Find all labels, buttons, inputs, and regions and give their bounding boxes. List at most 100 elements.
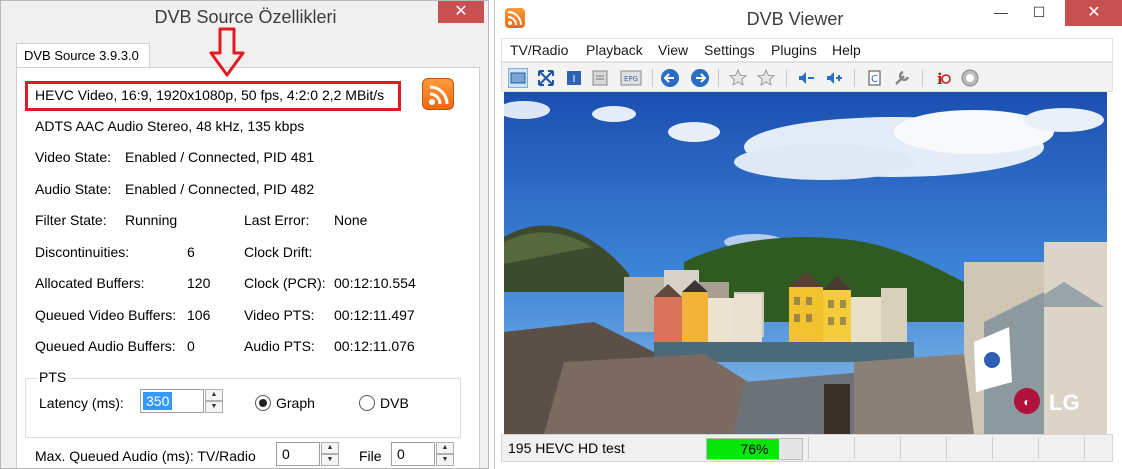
video-pts-value: 00:12:11.497 — [334, 307, 415, 323]
tv-radio-up-icon[interactable]: ▲ — [321, 442, 339, 454]
audio-pts-value: 00:12:11.076 — [334, 338, 415, 354]
dialog-close-button[interactable]: ✕ — [438, 1, 484, 23]
dialog-title: DVB Source Özellikleri — [154, 7, 337, 27]
audio-info-text: ADTS AAC Audio Stereo, 48 kHz, 135 kbps — [35, 118, 305, 134]
audio-state-value: Enabled / Connected, PID 482 — [125, 181, 315, 197]
tv-radio-value: 0 — [282, 446, 290, 462]
menu-settings[interactable]: Settings — [704, 42, 755, 58]
queued-audio-buffers-value: 0 — [187, 338, 195, 354]
next-channel-icon[interactable] — [690, 68, 710, 88]
file-label: File — [359, 448, 382, 464]
toolbar-separator — [786, 69, 787, 87]
filter-state-value: Running — [125, 212, 178, 228]
file-down-icon[interactable]: ▼ — [436, 454, 454, 466]
viewer-titlebar: DVB Viewer — ☐ ✕ — [495, 0, 1122, 36]
file-input[interactable]: 0 — [391, 442, 435, 466]
status-cell — [808, 437, 809, 459]
clock-pcr-value: 00:12:10.554 — [334, 275, 416, 291]
channel-logo-text: LG — [1049, 390, 1080, 415]
menu-help[interactable]: Help — [832, 42, 861, 58]
svg-text:◐: ◐ — [1023, 395, 1030, 409]
annotation-arrow-icon — [209, 27, 245, 77]
toolbar-separator — [718, 69, 719, 87]
video-frame[interactable]: ◐ LG — [504, 92, 1107, 434]
channel-name: 195 HEVC HD test — [508, 440, 625, 456]
file-value: 0 — [397, 446, 405, 462]
dvb-viewer-window: DVB Viewer — ☐ ✕ TV/Radio Playback View … — [494, 0, 1122, 469]
video-state-value: Enabled / Connected, PID 481 — [125, 149, 315, 165]
latency-down-icon[interactable]: ▼ — [205, 401, 223, 413]
toolbar-separator — [652, 69, 653, 87]
dvb-radio-label: DVB — [380, 395, 409, 411]
status-cell — [854, 437, 855, 459]
pts-group-title: PTS — [37, 369, 69, 385]
status-bar: 195 HEVC HD test 76% — [501, 434, 1113, 462]
tv-radio-spinner[interactable]: ▲ ▼ — [321, 442, 339, 466]
copy-icon[interactable]: C — [864, 68, 884, 88]
queued-video-buffers-value: 106 — [187, 307, 211, 323]
signal-strength-bar: 76% — [706, 438, 803, 460]
allocated-buffers-value: 120 — [187, 275, 211, 291]
epg-icon[interactable]: EPG — [620, 68, 642, 88]
latency-spinner[interactable]: ▲ ▼ — [205, 389, 223, 413]
tab-dvb-source[interactable]: DVB Source 3.9.3.0 — [16, 43, 150, 68]
latency-up-icon[interactable]: ▲ — [205, 389, 223, 401]
latency-label: Latency (ms): — [39, 395, 124, 411]
previous-channel-icon[interactable] — [660, 68, 680, 88]
latency-value: 350 — [143, 392, 173, 410]
rss-feed-icon[interactable] — [422, 78, 454, 110]
toolbar: I EPG C i — [501, 62, 1113, 92]
discontinuities-label: Discontinuities: — [35, 244, 130, 260]
fullscreen-icon[interactable] — [536, 68, 556, 88]
menu-playback[interactable]: Playback — [586, 42, 643, 58]
status-cell — [1084, 437, 1085, 459]
clock-pcr-label: Clock (PCR): — [244, 275, 326, 291]
volume-up-icon[interactable] — [824, 68, 844, 88]
graph-radio[interactable] — [255, 395, 271, 411]
video-pts-label: Video PTS: — [244, 307, 315, 323]
viewer-close-button[interactable]: ✕ — [1065, 0, 1122, 26]
file-up-icon[interactable]: ▲ — [436, 442, 454, 454]
dvb-source-properties-dialog: DVB Source Özellikleri ✕ DVB Source 3.9.… — [0, 0, 489, 469]
menu-view[interactable]: View — [658, 42, 688, 58]
queued-audio-buffers-label: Queued Audio Buffers: — [35, 338, 176, 354]
toolbar-separator — [922, 69, 923, 87]
dvb-radio[interactable] — [359, 395, 375, 411]
queued-video-buffers-label: Queued Video Buffers: — [35, 307, 177, 323]
tv-radio-down-icon[interactable]: ▼ — [321, 454, 339, 466]
favorite-star-add-icon[interactable] — [756, 68, 776, 88]
osd-icon[interactable] — [590, 68, 610, 88]
last-error-label: Last Error: — [244, 212, 310, 228]
svg-text:EPG: EPG — [624, 75, 638, 83]
latency-input[interactable]: 350 — [140, 389, 204, 413]
status-cell — [992, 437, 993, 459]
minimize-icon[interactable]: — — [988, 4, 1014, 24]
graph-radio-label: Graph — [276, 395, 315, 411]
dialog-titlebar: DVB Source Özellikleri ✕ — [1, 1, 488, 35]
video-state-label: Video State: — [35, 149, 112, 165]
menu-plugins[interactable]: Plugins — [771, 42, 817, 58]
tools-icon[interactable] — [892, 68, 912, 88]
windowed-view-icon[interactable] — [508, 68, 528, 88]
filter-state-label: Filter State: — [35, 212, 107, 228]
discontinuities-value: 6 — [187, 244, 195, 260]
allocated-buffers-label: Allocated Buffers: — [35, 275, 145, 291]
file-spinner[interactable]: ▲ ▼ — [436, 442, 454, 466]
info-icon[interactable]: i — [932, 68, 952, 88]
tv-radio-input[interactable]: 0 — [276, 442, 320, 466]
status-cell — [946, 437, 947, 459]
svg-text:C: C — [871, 74, 878, 85]
video-info-text: HEVC Video, 16:9, 1920x1080p, 50 fps, 4:… — [35, 87, 385, 103]
menu-bar: TV/Radio Playback View Settings Plugins … — [501, 38, 1113, 62]
audio-pts-label: Audio PTS: — [244, 338, 315, 354]
audio-state-label: Audio State: — [35, 181, 112, 197]
teletext-icon[interactable]: I — [564, 68, 584, 88]
record-icon[interactable] — [960, 68, 980, 88]
maximize-icon[interactable]: ☐ — [1026, 4, 1052, 24]
status-cell — [900, 437, 901, 459]
svg-text:I: I — [573, 74, 576, 85]
menu-tv-radio[interactable]: TV/Radio — [510, 42, 568, 58]
favorite-star-icon[interactable] — [728, 68, 748, 88]
toolbar-separator — [854, 69, 855, 87]
volume-down-icon[interactable] — [796, 68, 816, 88]
